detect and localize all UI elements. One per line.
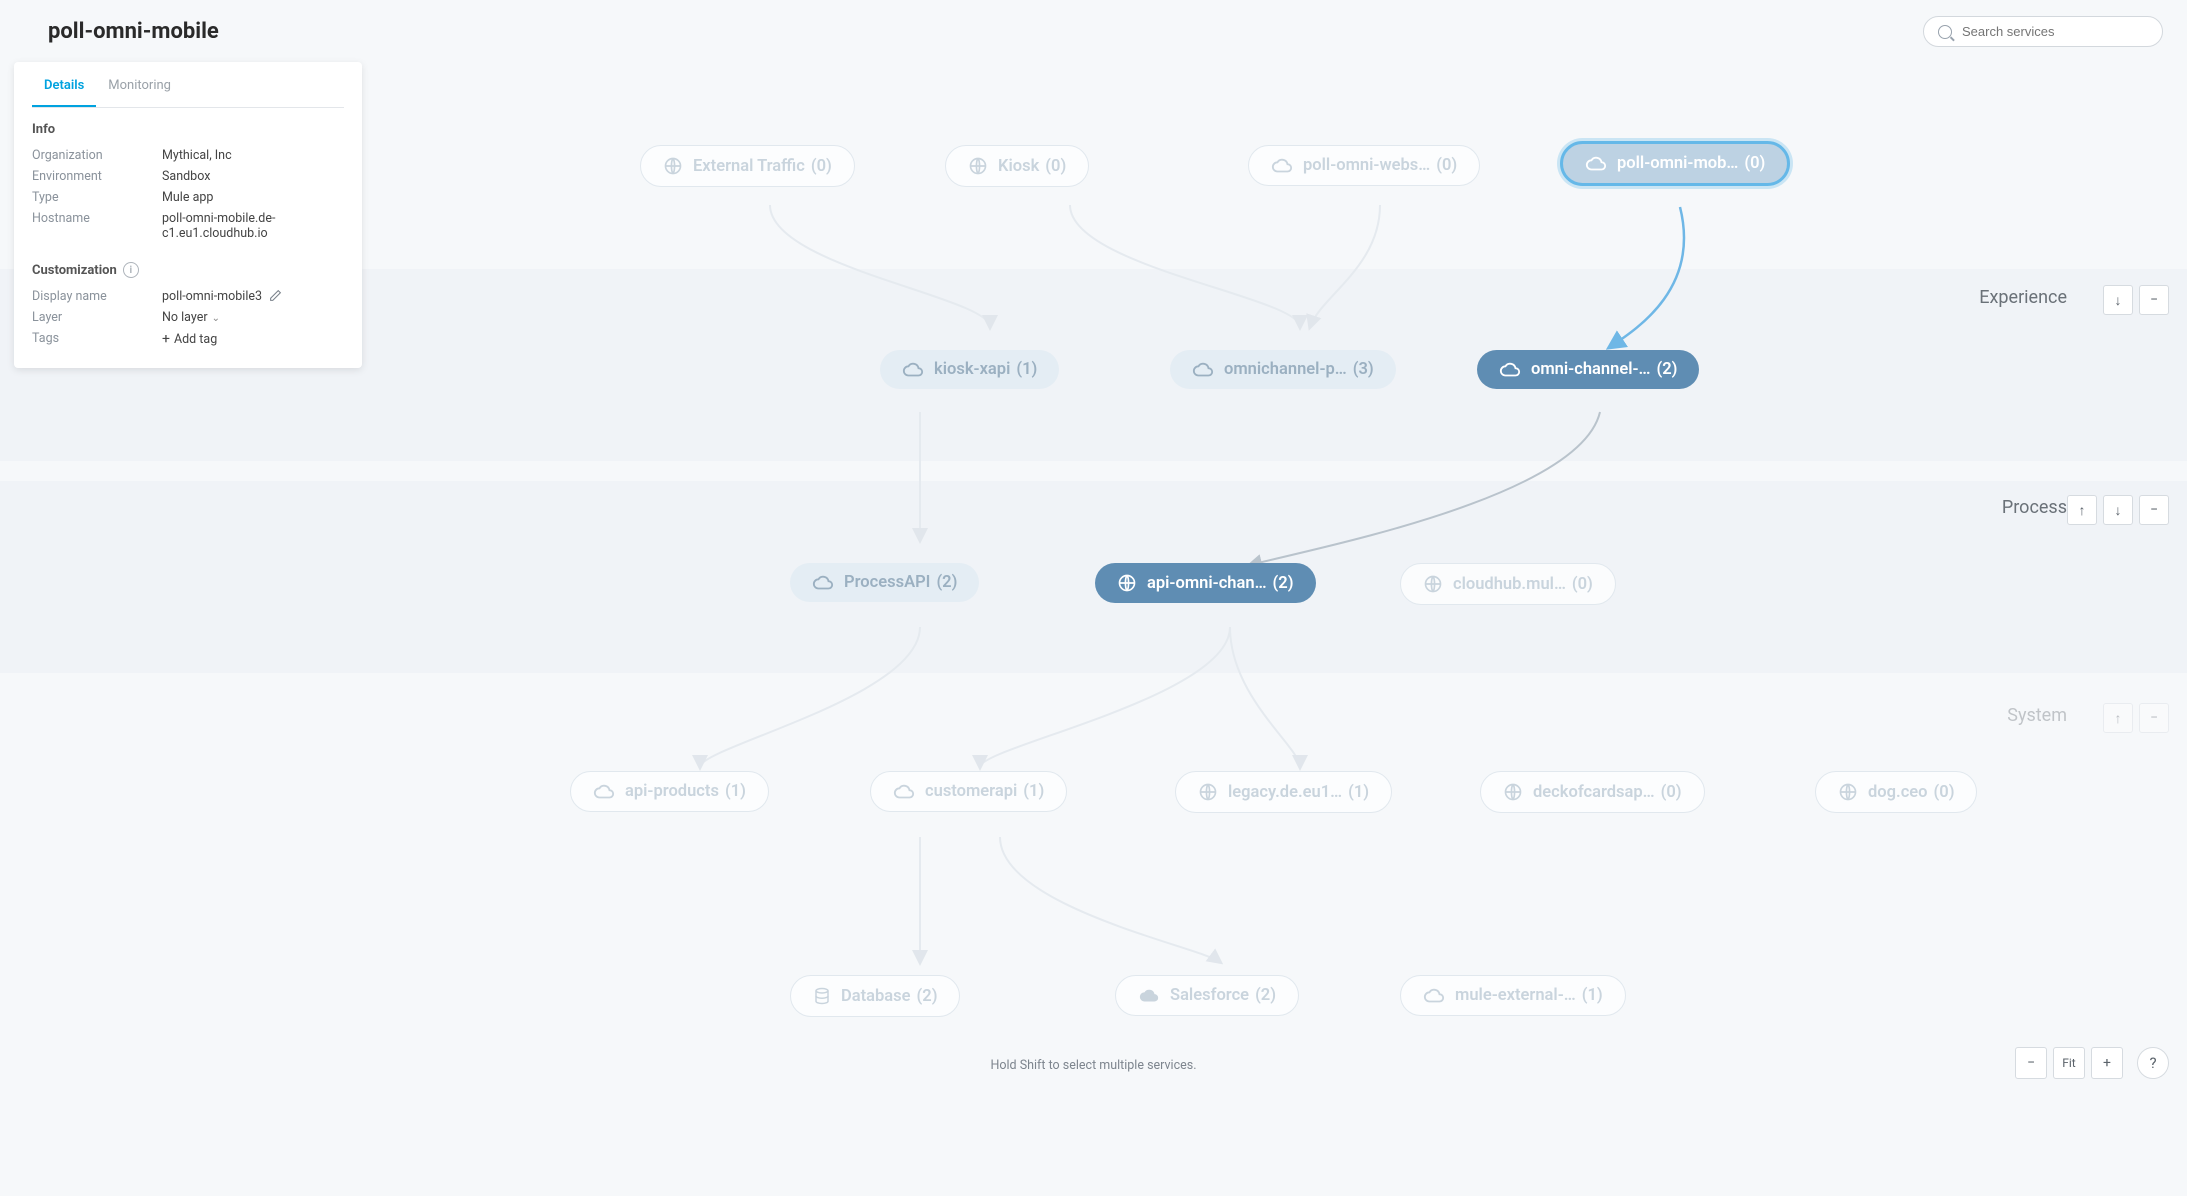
globe-icon (1198, 782, 1218, 802)
node-external-traffic[interactable]: External Traffic(0) (640, 145, 855, 187)
layer-select[interactable]: No layer⌄ (162, 310, 344, 325)
node-kiosk[interactable]: Kiosk(0) (945, 145, 1089, 187)
node-poll-omni-webs[interactable]: poll-omni-webs…(0) (1248, 145, 1480, 186)
add-tag-button[interactable]: +Add tag (162, 331, 344, 347)
cloud-icon (1192, 362, 1214, 378)
tab-monitoring[interactable]: Monitoring (96, 62, 183, 107)
node-omni-channel[interactable]: omni-channel-…(2) (1477, 350, 1699, 389)
help-button[interactable]: ? (2137, 1047, 2169, 1079)
type-value: Mule app (162, 190, 344, 205)
node-dog-ceo[interactable]: dog.ceo(0) (1815, 771, 1977, 813)
globe-icon (1117, 573, 1137, 593)
globe-icon (663, 156, 683, 176)
cloud-icon (1585, 156, 1607, 172)
node-database[interactable]: Database(2) (790, 975, 960, 1017)
salesforce-icon (1138, 988, 1160, 1004)
node-legacy[interactable]: legacy.de.eu1…(1) (1175, 771, 1392, 813)
node-cloudhub-mul[interactable]: cloudhub.mul…(0) (1400, 563, 1616, 605)
globe-icon (1503, 782, 1523, 802)
info-icon[interactable]: i (123, 262, 139, 278)
tab-details[interactable]: Details (32, 62, 96, 107)
search-icon (1938, 25, 1952, 39)
layer-label-experience: Experience (1979, 287, 2067, 308)
node-kiosk-xapi[interactable]: kiosk-xapi(1) (880, 350, 1059, 389)
hostname-label: Hostname (32, 211, 162, 241)
layer-system-collapse-button[interactable]: − (2139, 703, 2169, 733)
node-api-omni-chan[interactable]: api-omni-chan…(2) (1095, 563, 1316, 603)
layer-experience-down-button[interactable]: ↓ (2103, 285, 2133, 315)
node-processapi[interactable]: ProcessAPI(2) (790, 563, 979, 602)
node-api-products[interactable]: api-products(1) (570, 771, 769, 812)
details-panel: Details Monitoring Info OrganizationMyth… (14, 62, 362, 368)
cloud-icon (1499, 362, 1521, 378)
edit-icon[interactable] (269, 289, 282, 302)
node-mule-external[interactable]: mule-external-…(1) (1400, 975, 1626, 1016)
layer-label: Layer (32, 310, 162, 325)
layer-system-up-button[interactable]: ↑ (2103, 703, 2133, 733)
customization-heading: Customization i (32, 262, 344, 278)
layer-process-collapse-button[interactable]: − (2139, 495, 2169, 525)
tags-label: Tags (32, 331, 162, 347)
displayname-value[interactable]: poll-omni-mobile3 (162, 289, 344, 304)
node-deckofcards[interactable]: deckofcardsap…(0) (1480, 771, 1705, 813)
globe-icon (1838, 782, 1858, 802)
layer-process-up-button[interactable]: ↑ (2067, 495, 2097, 525)
database-icon (813, 986, 831, 1006)
search-input[interactable] (1960, 23, 2148, 40)
node-omnichannel-p[interactable]: omnichannel-p…(3) (1170, 350, 1396, 389)
zoom-out-button[interactable]: − (2015, 1047, 2047, 1079)
page-title: poll-omni-mobile (48, 19, 219, 44)
info-heading: Info (32, 122, 344, 137)
cloud-icon (893, 784, 915, 800)
globe-icon (968, 156, 988, 176)
cloud-icon (1271, 158, 1293, 174)
node-poll-omni-mobile[interactable]: poll-omni-mob…(0) (1560, 141, 1790, 186)
layer-experience-collapse-button[interactable]: − (2139, 285, 2169, 315)
cloud-icon (1423, 988, 1445, 1004)
cloud-icon (593, 784, 615, 800)
layer-process-down-button[interactable]: ↓ (2103, 495, 2133, 525)
search-box[interactable] (1923, 16, 2163, 47)
hostname-value: poll-omni-mobile.de-c1.eu1.cloudhub.io (162, 211, 344, 241)
displayname-label: Display name (32, 289, 162, 304)
organization-label: Organization (32, 148, 162, 163)
environment-label: Environment (32, 169, 162, 184)
environment-value: Sandbox (162, 169, 344, 184)
chevron-down-icon: ⌄ (212, 313, 220, 324)
type-label: Type (32, 190, 162, 205)
node-customerapi[interactable]: customerapi(1) (870, 771, 1067, 812)
zoom-in-button[interactable]: + (2091, 1047, 2123, 1079)
cloud-icon (812, 575, 834, 591)
layer-label-system: System (2007, 705, 2067, 726)
organization-value: Mythical, Inc (162, 148, 344, 163)
zoom-fit-button[interactable]: Fit (2053, 1047, 2085, 1079)
cloud-icon (902, 362, 924, 378)
layer-label-process: Process (2002, 497, 2067, 518)
hint-text: Hold Shift to select multiple services. (0, 1058, 2187, 1073)
globe-icon (1423, 574, 1443, 594)
node-salesforce[interactable]: Salesforce(2) (1115, 975, 1299, 1016)
